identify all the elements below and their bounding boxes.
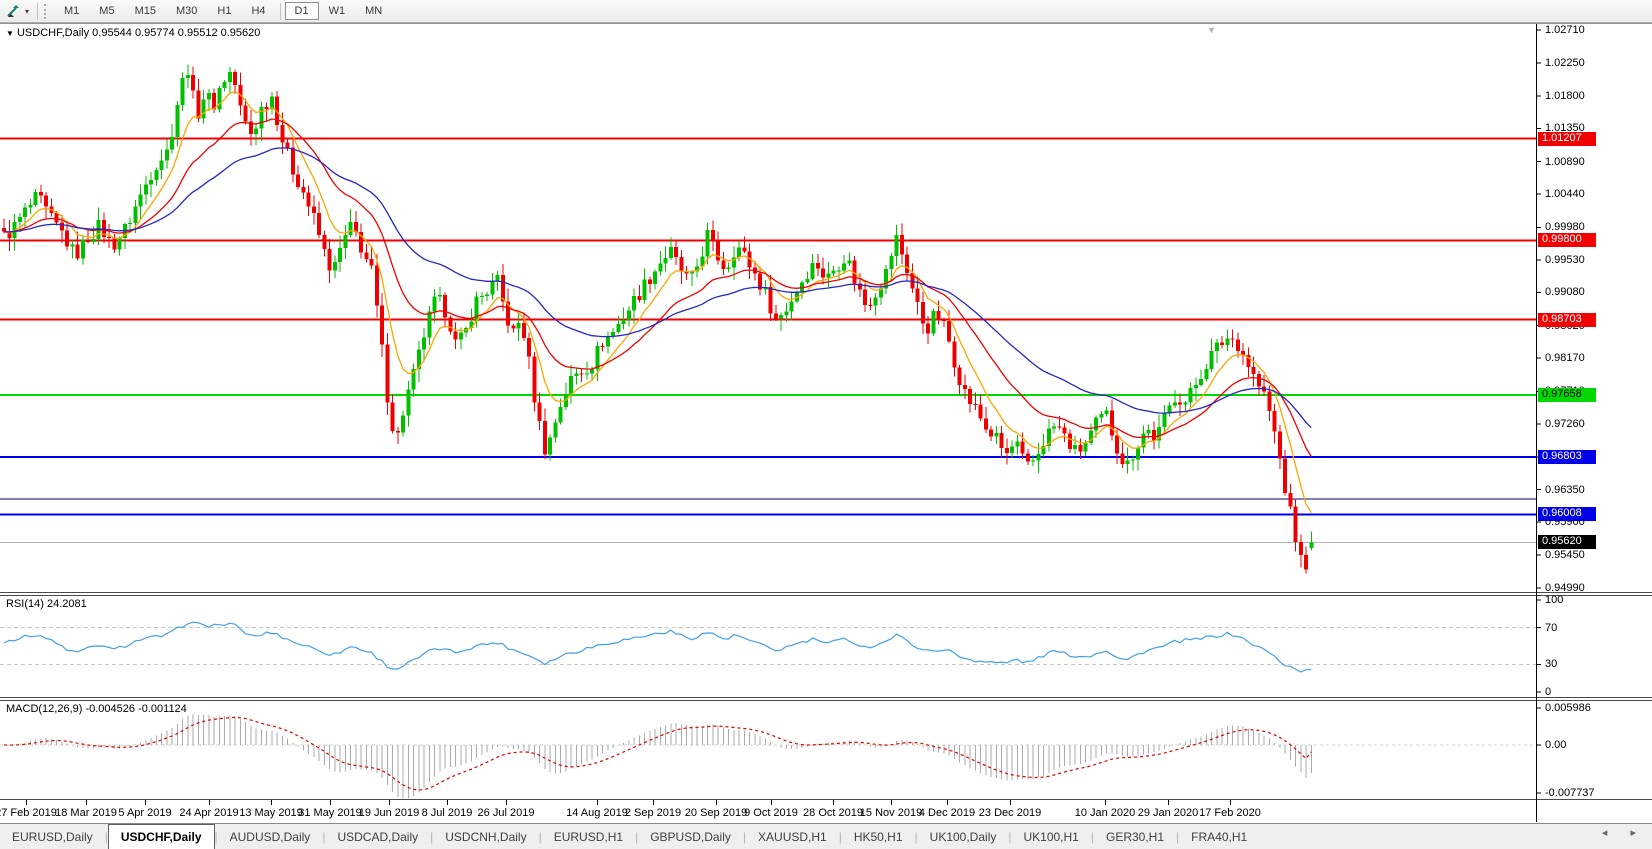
price-tick-label: 0.99530 xyxy=(1545,254,1585,266)
timeframe-button-h1[interactable]: H1 xyxy=(207,2,241,20)
date-tick-label: 27 Feb 2019 xyxy=(0,807,57,819)
chart-plot-area[interactable] xyxy=(0,0,1652,849)
chart-tab-usdchf-daily[interactable]: USDCHF,Daily xyxy=(108,824,215,849)
rsi-label: RSI(14) 24.2081 xyxy=(6,598,87,610)
timeframe-buttons: M1M5M15M30H1H4 D1W1MN xyxy=(54,2,392,20)
chart-tab-fra40-h1[interactable]: FRA40,H1 xyxy=(1179,824,1259,849)
level-price-label: 0.96803 xyxy=(1538,450,1596,464)
chart-mode-icon[interactable] xyxy=(5,3,23,19)
date-tick-label: 10 Jan 2020 xyxy=(1075,807,1136,819)
date-tick-label: 20 Sep 2019 xyxy=(685,807,747,819)
rsi-tick-label: 70 xyxy=(1545,622,1557,634)
rsi-tick-label: 100 xyxy=(1545,594,1563,606)
tab-scroll-left-button[interactable]: ◂ xyxy=(1602,827,1618,839)
chart-tab-hk50-h1[interactable]: HK50,H1 xyxy=(842,824,915,849)
tab-scroll-right-button[interactable]: ▸ xyxy=(1630,827,1646,839)
rsi-tick-label: 30 xyxy=(1545,658,1557,670)
date-tick-label: 15 Nov 2019 xyxy=(860,807,922,819)
price-tick-label: 1.00440 xyxy=(1545,188,1585,200)
level-price-label: 0.97658 xyxy=(1538,388,1596,402)
macd-tick-label: 0.00 xyxy=(1545,739,1566,751)
chart-tab-gbpusd-daily[interactable]: GBPUSD,Daily xyxy=(638,824,743,849)
timeframe-button-mn[interactable]: MN xyxy=(355,2,392,20)
timeframes-toolbar: ▾ M1M5M15M30H1H4 D1W1MN xyxy=(0,0,1652,23)
chart-title: ▼ USDCHF,Daily 0.95544 0.95774 0.95512 0… xyxy=(6,27,260,39)
macd-tick-label: -0.007737 xyxy=(1545,787,1595,799)
price-tick-label: 1.00890 xyxy=(1545,156,1585,168)
timeframe-button-m1[interactable]: M1 xyxy=(54,2,89,20)
price-tick-label: 1.02250 xyxy=(1545,57,1585,69)
chart-tab-audusd-daily[interactable]: AUDUSD,Daily xyxy=(218,824,323,849)
chart-tab-uk100-daily[interactable]: UK100,Daily xyxy=(918,824,1009,849)
date-tick-label: 26 Jul 2019 xyxy=(478,807,535,819)
price-tick-label: 0.95450 xyxy=(1545,549,1585,561)
chart-tab-usdcad-daily[interactable]: USDCAD,Daily xyxy=(325,824,430,849)
date-tick-label: 14 Aug 2019 xyxy=(566,807,628,819)
chart-tab-xauusd-h1[interactable]: XAUUSD,H1 xyxy=(746,824,839,849)
level-price-label: 0.96008 xyxy=(1538,507,1596,521)
date-tick-label: 5 Apr 2019 xyxy=(118,807,171,819)
chart-tab-usdcnh-daily[interactable]: USDCNH,Daily xyxy=(433,824,538,849)
chart-tab-ger30-h1[interactable]: GER30,H1 xyxy=(1094,824,1176,849)
price-tick-label: 0.98170 xyxy=(1545,352,1585,364)
price-tick-label: 1.01800 xyxy=(1545,90,1585,102)
bid-price-label: 0.95620 xyxy=(1538,535,1596,549)
timeframe-button-m5[interactable]: M5 xyxy=(89,2,124,20)
price-tick-label: 0.99980 xyxy=(1545,221,1585,233)
chart-title-text: USDCHF,Daily 0.95544 0.95774 0.95512 0.9… xyxy=(17,27,260,39)
price-tick-label: 0.94990 xyxy=(1545,582,1585,594)
level-price-label: 1.01207 xyxy=(1538,132,1596,146)
chart-tabs-bar: EURUSD,Daily|USDCHF,Daily|AUDUSD,Daily|U… xyxy=(0,823,1652,849)
rsi-tick-label: 0 xyxy=(1545,686,1551,698)
date-tick-label: 29 Jan 2020 xyxy=(1138,807,1199,819)
price-tick-label: 0.96350 xyxy=(1545,484,1585,496)
date-tick-label: 24 Apr 2019 xyxy=(179,807,238,819)
date-tick-label: 18 Mar 2019 xyxy=(55,807,117,819)
price-tick-label: 0.99080 xyxy=(1545,286,1585,298)
date-tick-label: 17 Feb 2020 xyxy=(1199,807,1261,819)
date-tick-label: 2 Sep 2019 xyxy=(625,807,681,819)
date-tick-label: 28 Oct 2019 xyxy=(803,807,863,819)
date-tick-label: 4 Dec 2019 xyxy=(919,807,975,819)
toolbar-separator xyxy=(280,3,281,20)
price-tick-label: 1.02710 xyxy=(1545,24,1585,36)
chart-mode-dropdown-icon[interactable]: ▾ xyxy=(25,7,29,16)
toolbar-separator xyxy=(37,3,38,20)
chart-shift-marker-icon[interactable]: ▼ xyxy=(1207,25,1216,35)
date-tick-label: 9 Oct 2019 xyxy=(744,807,798,819)
chart-tab-eurusd-h1[interactable]: EURUSD,H1 xyxy=(542,824,635,849)
date-tick-label: 13 May 2019 xyxy=(239,807,303,819)
toolbar-drag-handle[interactable] xyxy=(44,4,49,19)
date-tick-label: 31 May 2019 xyxy=(298,807,362,819)
date-tick-label: 23 Dec 2019 xyxy=(979,807,1041,819)
timeframe-button-m30[interactable]: M30 xyxy=(166,2,207,20)
timeframe-button-d1[interactable]: D1 xyxy=(285,2,319,20)
price-tick-label: 0.97260 xyxy=(1545,418,1585,430)
timeframe-button-h4[interactable]: H4 xyxy=(241,2,275,20)
level-price-label: 0.98703 xyxy=(1538,313,1596,327)
level-price-label: 0.99800 xyxy=(1538,233,1596,247)
chart-tab-eurusd-daily[interactable]: EURUSD,Daily xyxy=(0,824,105,849)
symbol-dropdown-icon[interactable]: ▼ xyxy=(6,29,14,38)
macd-tick-label: 0.005986 xyxy=(1545,702,1591,714)
tab-scroll-arrows: ◂ ▸ xyxy=(1602,826,1646,839)
timeframe-button-m15[interactable]: M15 xyxy=(125,2,166,20)
macd-label: MACD(12,26,9) -0.004526 -0.001124 xyxy=(6,703,187,715)
timeframe-button-w1[interactable]: W1 xyxy=(319,2,356,20)
date-tick-label: 19 Jun 2019 xyxy=(359,807,420,819)
date-tick-label: 8 Jul 2019 xyxy=(422,807,473,819)
chart-tab-uk100-h1[interactable]: UK100,H1 xyxy=(1011,824,1090,849)
mt4-chart-window: ▾ M1M5M15M30H1H4 D1W1MN ▼ USDCHF,Daily 0.… xyxy=(0,0,1652,849)
